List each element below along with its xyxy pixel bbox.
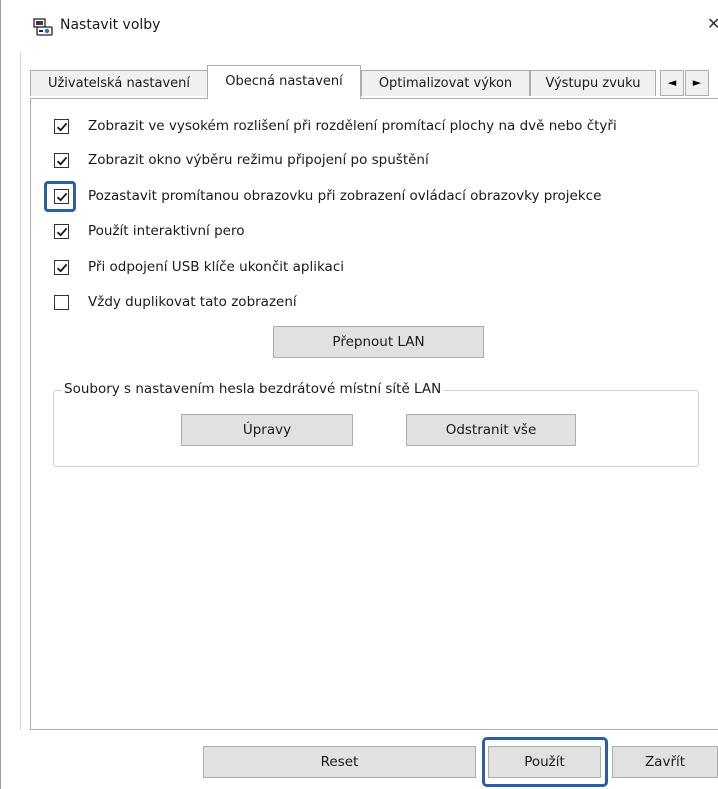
reset-button[interactable]: Reset xyxy=(203,746,476,778)
option-label: Vždy duplikovat tato zobrazení xyxy=(88,294,297,310)
tab-user-settings[interactable]: Uživatelská nastavení xyxy=(30,70,208,96)
checkmark-icon xyxy=(56,227,68,237)
wlan-settings-group xyxy=(53,390,699,467)
switch-lan-button[interactable]: Přepnout LAN xyxy=(273,326,484,358)
projector-icon xyxy=(33,18,53,36)
tab-general-settings[interactable]: Obecná nastavení xyxy=(207,65,361,99)
title-bar[interactable]: Nastavit volby ✕ xyxy=(1,0,718,52)
tab-scroll-right-button[interactable]: ► xyxy=(685,70,709,96)
checkbox[interactable] xyxy=(54,153,69,168)
close-button[interactable]: Zavřít xyxy=(612,746,718,778)
apply-highlight-frame xyxy=(482,737,608,787)
close-icon[interactable]: ✕ xyxy=(707,14,718,33)
tab-optimize-performance[interactable]: Optimalizovat výkon xyxy=(361,70,530,96)
tab-scroll-left-button[interactable]: ◄ xyxy=(660,70,684,96)
tab-audio-output[interactable]: Výstupu zvuku xyxy=(530,70,656,96)
tab-strip: Uživatelská nastavení Obecná nastavení O… xyxy=(30,65,718,99)
option-label: Zobrazit ve vysokém rozlišení při rozděl… xyxy=(88,118,617,134)
edit-button[interactable]: Úpravy xyxy=(181,414,353,446)
option-label: Použít interaktivní pero xyxy=(88,223,245,239)
checkbox-highlight-frame xyxy=(44,181,76,212)
option-label: Pozastavit promítanou obrazovku při zobr… xyxy=(88,188,602,204)
option-label: Při odpojení USB klíče ukončit aplikaci xyxy=(88,259,344,275)
checkbox[interactable] xyxy=(54,260,69,275)
group-title: Soubory s nastavením hesla bezdrátové mí… xyxy=(62,381,444,397)
window-left-border xyxy=(0,0,1,789)
checkbox[interactable] xyxy=(54,295,69,310)
window-title: Nastavit volby xyxy=(60,17,161,33)
checkmark-icon xyxy=(56,122,68,132)
delete-all-button[interactable]: Odstranit vše xyxy=(406,414,576,446)
checkmark-icon xyxy=(56,263,68,273)
checkbox[interactable] xyxy=(54,119,69,134)
checkbox[interactable] xyxy=(54,224,69,239)
checkmark-icon xyxy=(56,156,68,166)
panel-left-guide xyxy=(20,0,21,789)
option-label: Zobrazit okno výběru režimu připojení po… xyxy=(88,152,429,168)
